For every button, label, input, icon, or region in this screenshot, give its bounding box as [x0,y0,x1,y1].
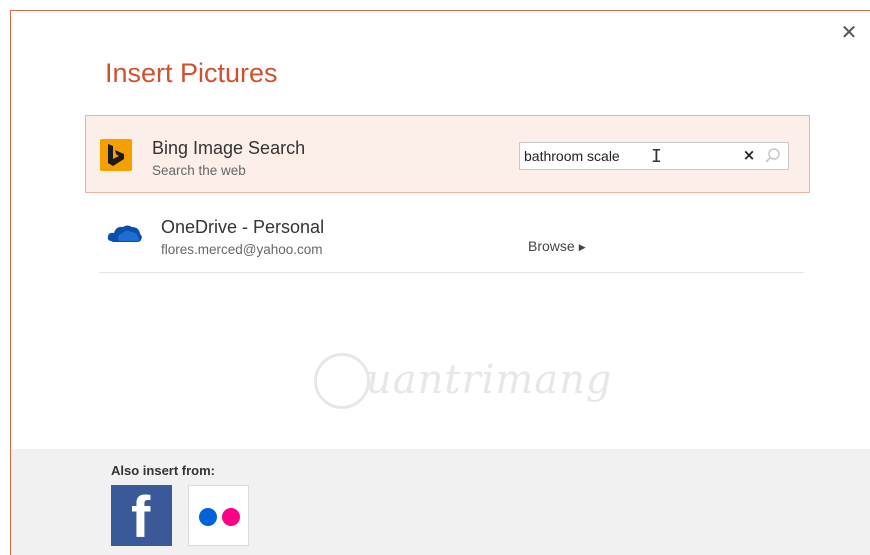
close-icon[interactable]: ✕ [838,21,860,43]
flickr-button[interactable] [188,485,249,546]
flickr-icon-dot [222,508,240,526]
browse-link[interactable]: Browse ▶ [528,238,586,254]
bing-image-search-row[interactable]: Bing Image Search Search the web I × [85,115,810,193]
watermark-text: uantrimang [366,357,613,403]
footer-panel: Also insert from: f [11,449,870,555]
bing-service-name: Bing Image Search [152,138,306,158]
bing-service-subtitle: Search the web [152,163,246,178]
onedrive-cloud-icon [107,221,143,245]
watermark-logo: uantrimang [314,349,614,419]
facebook-icon: f [131,485,151,550]
lightbulb-icon [314,353,370,409]
insert-pictures-dialog: ✕ Insert Pictures Bing Image Search Sear… [10,10,870,555]
text-cursor-icon: I [651,146,662,167]
bing-search-box[interactable]: I × [519,142,789,170]
browse-label: Browse [528,238,575,254]
chevron-right-icon: ▶ [578,242,586,252]
also-insert-label: Also insert from: [111,463,216,478]
bing-search-input[interactable] [524,145,724,167]
onedrive-service-name: OneDrive - Personal [161,217,325,237]
clear-search-button[interactable]: × [741,146,757,166]
bing-logo-icon [100,139,132,171]
search-icon[interactable] [763,146,783,166]
onedrive-account-email: flores.merced@yahoo.com [161,242,323,257]
facebook-button[interactable]: f [111,485,172,550]
flickr-icon [199,508,217,526]
dialog-title: Insert Pictures [105,58,278,88]
onedrive-row[interactable]: OneDrive - Personal flores.merced@yahoo.… [99,195,804,273]
